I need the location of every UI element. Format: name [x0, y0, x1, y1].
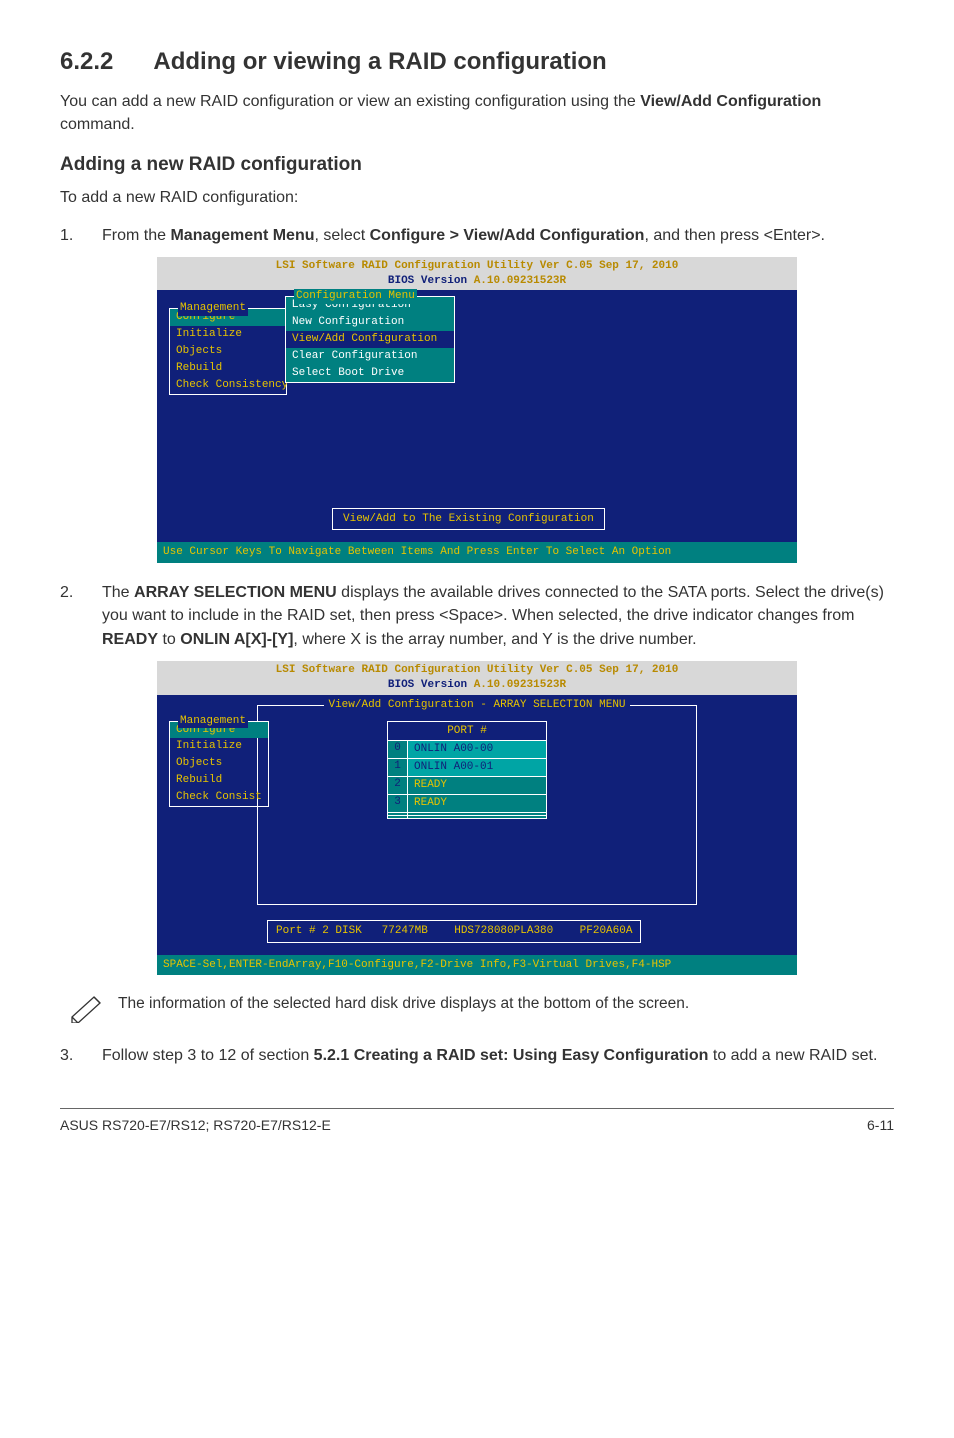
- bios1-canvas: Management Configure Initialize Objects …: [157, 290, 797, 542]
- drive-idx: [388, 813, 408, 815]
- section-title: Adding or viewing a RAID configuration: [153, 48, 606, 75]
- mgmt2-item-objects[interactable]: Objects: [170, 755, 268, 772]
- lead-paragraph: To add a new RAID configuration:: [60, 186, 894, 209]
- drive-idx: 2: [388, 777, 408, 794]
- drive-val: [408, 816, 546, 818]
- subheading: Adding a new RAID configuration: [60, 154, 894, 176]
- mgmt2-item-check-consist[interactable]: Check Consist: [170, 789, 268, 806]
- pencil-icon: [70, 993, 118, 1028]
- step-2: 2. The ARRAY SELECTION MENU displays the…: [60, 581, 894, 651]
- bios1-statusbar: Use Cursor Keys To Navigate Between Item…: [157, 542, 797, 563]
- note-block: The information of the selected hard dis…: [70, 993, 894, 1028]
- mgmt2-item-rebuild[interactable]: Rebuild: [170, 772, 268, 789]
- t: Management Menu: [170, 227, 314, 244]
- intro-post: command.: [60, 116, 135, 133]
- drive-header: PORT #: [388, 722, 546, 741]
- management-menu-box: Management Configure Initialize Objects …: [169, 308, 287, 394]
- t: View/Add Configuration - ARRAY SELECTION…: [324, 699, 629, 711]
- drive-idx: 3: [388, 795, 408, 812]
- array-selection-label: View/Add Configuration - ARRAY SELECTION…: [258, 698, 696, 713]
- configuration-label: Configuration Menu: [294, 289, 417, 304]
- bios1-titlebar: LSI Software RAID Configuration Utility …: [157, 257, 797, 291]
- step-3-text: Follow step 3 to 12 of section 5.2.1 Cre…: [102, 1044, 894, 1067]
- t: to add a new RAID set.: [708, 1047, 877, 1064]
- bios2-statusbar: SPACE-Sel,ENTER-EndArray,F10-Configure,F…: [157, 955, 797, 976]
- intro-bold: View/Add Configuration: [640, 93, 821, 110]
- management-menu-box-2: Management Configure Initialize Objects …: [169, 721, 269, 807]
- bios2-sub-val: A.10.09231523R: [474, 679, 566, 691]
- t: , where X is the array number, and Y is …: [293, 631, 696, 648]
- drive-val: ONLIN A00-01: [408, 759, 546, 776]
- bios2-titlebar: LSI Software RAID Configuration Utility …: [157, 661, 797, 695]
- t: , and then press <Enter>.: [644, 227, 825, 244]
- step-2-num: 2.: [60, 581, 102, 651]
- drive-table: PORT # 0ONLIN A00-00 1ONLIN A00-01 2READ…: [387, 721, 547, 819]
- t: ARRAY SELECTION MENU: [134, 584, 337, 601]
- bios1-center-caption: View/Add to The Existing Configuration: [332, 508, 605, 531]
- t: 5.2.1 Creating a RAID set: Using Easy Co…: [314, 1047, 709, 1064]
- drive-row-4: [388, 812, 546, 815]
- cfg-item-new[interactable]: New Configuration: [286, 314, 454, 331]
- bios1-sub-val: A.10.09231523R: [474, 275, 566, 287]
- drive-info-bar: Port # 2 DISK 77247MB HDS728080PLA380 PF…: [267, 920, 641, 943]
- intro-pre: You can add a new RAID configuration or …: [60, 93, 640, 110]
- step-1: 1. From the Management Menu, select Conf…: [60, 224, 894, 247]
- step-1-num: 1.: [60, 224, 102, 247]
- t: READY: [102, 631, 158, 648]
- mgmt-item-rebuild[interactable]: Rebuild: [170, 360, 286, 377]
- t: , select: [314, 227, 369, 244]
- bios2-canvas: View/Add Configuration - ARRAY SELECTION…: [157, 695, 797, 955]
- drive-val: READY: [408, 777, 546, 794]
- bios1-sub-pre: BIOS Version: [388, 275, 474, 287]
- intro-paragraph: You can add a new RAID configuration or …: [60, 90, 894, 136]
- step-1-text: From the Management Menu, select Configu…: [102, 224, 894, 247]
- cfg-item-view-add[interactable]: View/Add Configuration: [286, 331, 454, 348]
- step-3-num: 3.: [60, 1044, 102, 1067]
- bios-screen-2: LSI Software RAID Configuration Utility …: [157, 661, 797, 976]
- bios-screen-1: LSI Software RAID Configuration Utility …: [157, 257, 797, 564]
- t: From the: [102, 227, 170, 244]
- management-label-2: Management: [178, 714, 248, 729]
- section-heading: 6.2.2 Adding or viewing a RAID configurat…: [60, 48, 894, 76]
- t: Configure > View/Add Configuration: [370, 227, 645, 244]
- drive-row-2[interactable]: 2READY: [388, 776, 546, 794]
- step-2-text: The ARRAY SELECTION MENU displays the av…: [102, 581, 894, 651]
- drive-row-0[interactable]: 0ONLIN A00-00: [388, 740, 546, 758]
- cfg-item-clear[interactable]: Clear Configuration: [286, 348, 454, 365]
- bios2-title: LSI Software RAID Configuration Utility …: [276, 664, 679, 676]
- mgmt-item-check-consistency[interactable]: Check Consistency: [170, 377, 286, 394]
- mgmt-item-objects[interactable]: Objects: [170, 343, 286, 360]
- drive-row-5: [388, 815, 546, 818]
- drive-val: [408, 813, 546, 815]
- drive-idx: [388, 816, 408, 818]
- drive-idx: 1: [388, 759, 408, 776]
- management-label: Management: [178, 301, 248, 316]
- drive-row-1[interactable]: 1ONLIN A00-01: [388, 758, 546, 776]
- step-3: 3. Follow step 3 to 12 of section 5.2.1 …: [60, 1044, 894, 1067]
- drive-row-3[interactable]: 3READY: [388, 794, 546, 812]
- page-footer: ASUS RS720-E7/RS12; RS720-E7/RS12-E 6-11: [60, 1108, 894, 1133]
- note-text: The information of the selected hard dis…: [118, 993, 689, 1015]
- configuration-menu-box: Configuration Menu Easy Configuration Ne…: [285, 296, 455, 382]
- drive-val: READY: [408, 795, 546, 812]
- footer-left: ASUS RS720-E7/RS12; RS720-E7/RS12-E: [60, 1117, 331, 1133]
- drive-idx: 0: [388, 741, 408, 758]
- bios2-sub-pre: BIOS Version: [388, 679, 474, 691]
- drive-val: ONLIN A00-00: [408, 741, 546, 758]
- section-number: 6.2.2: [60, 48, 113, 76]
- t: The: [102, 584, 134, 601]
- mgmt-item-initialize[interactable]: Initialize: [170, 326, 286, 343]
- mgmt2-item-initialize[interactable]: Initialize: [170, 738, 268, 755]
- cfg-item-select-boot[interactable]: Select Boot Drive: [286, 365, 454, 382]
- bios1-title: LSI Software RAID Configuration Utility …: [276, 260, 679, 272]
- t: to: [158, 631, 180, 648]
- footer-right: 6-11: [867, 1117, 894, 1133]
- t: ONLIN A[X]-[Y]: [180, 631, 293, 648]
- t: Follow step 3 to 12 of section: [102, 1047, 314, 1064]
